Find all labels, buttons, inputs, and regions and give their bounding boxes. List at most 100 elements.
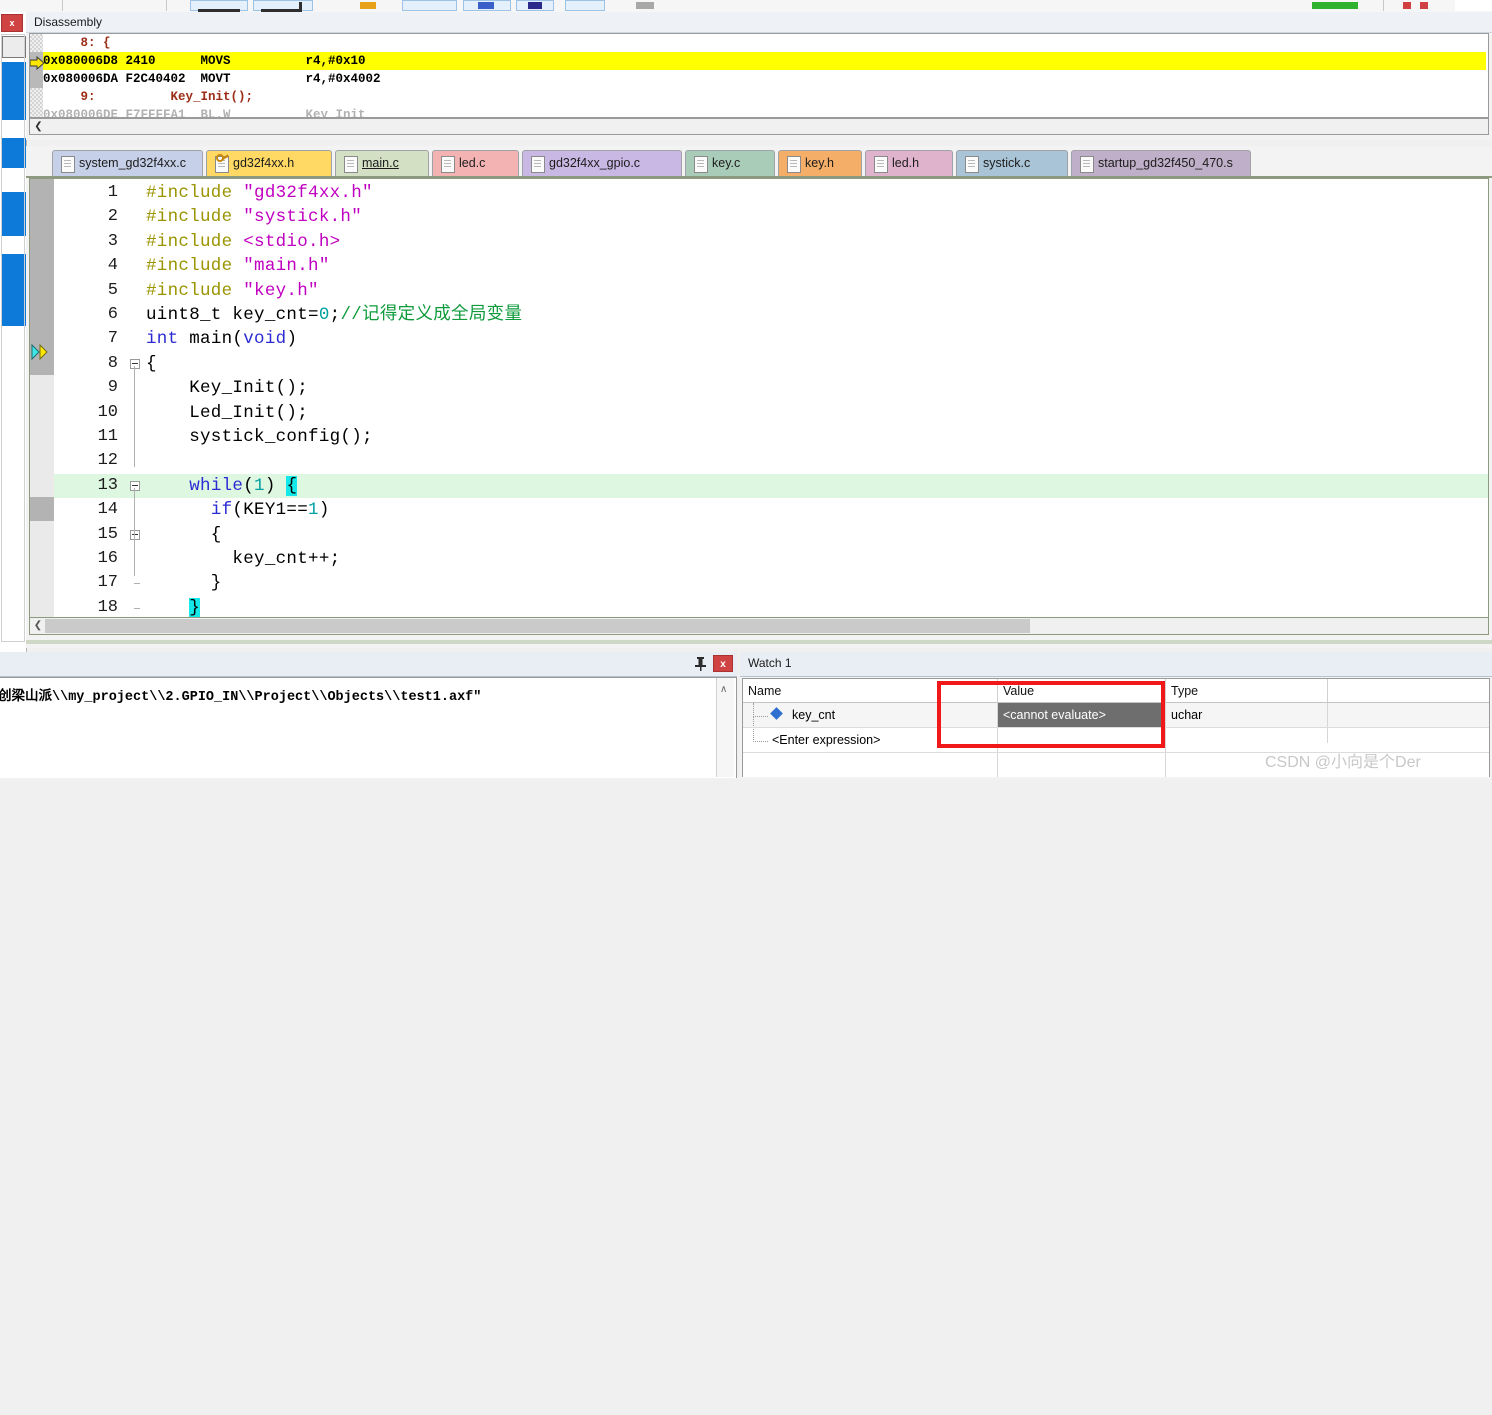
scroll-up-icon[interactable]: ∧ xyxy=(720,684,727,695)
code-token: if xyxy=(210,500,233,521)
close-icon[interactable]: x xyxy=(1,14,23,32)
fold-toggle-icon[interactable] xyxy=(130,480,140,491)
command-pane[interactable]: x 创梁山派\\my_project\\2.GPIO_IN\\Project\\… xyxy=(0,652,737,779)
line-number: 2 xyxy=(107,207,118,227)
toolbar-separator xyxy=(1383,0,1384,11)
editor-tab-system-gd32f4xx-c[interactable]: system_gd32f4xx.c xyxy=(52,150,203,177)
code-line[interactable]: 5 #include "key.h" xyxy=(54,279,1488,303)
fold-guide xyxy=(134,365,135,468)
editor-hscroll-thumb[interactable] xyxy=(45,619,1030,633)
stop-icon xyxy=(1403,2,1411,9)
code-token: #include xyxy=(146,183,244,203)
code-line[interactable]: 10 Led_Init(); xyxy=(54,401,1488,425)
code-line[interactable]: 13 while(1) { xyxy=(54,474,1488,498)
disassembly-body[interactable]: 8: { 0x080006D8 2410 MOVS r4,#0x10 0x080… xyxy=(29,33,1489,118)
editor-tab-label: systick.c xyxy=(983,156,1031,170)
project-tree-selected-item[interactable] xyxy=(1,62,26,120)
code-line[interactable]: 6 uint8_t key_cnt=0;//记得定义成全局变量 xyxy=(54,303,1488,327)
project-tree-selected-item[interactable] xyxy=(1,254,26,326)
disassembly-row[interactable]: 0x080006D8 2410 MOVS r4,#0x10 xyxy=(43,52,1486,70)
fold-guide-tick xyxy=(134,583,140,585)
disassembly-hscrollbar[interactable]: ❮ xyxy=(29,118,1489,135)
command-vscrollbar[interactable]: ∧ xyxy=(716,678,734,777)
code-line[interactable]: 9 Key_Init(); xyxy=(54,376,1488,400)
code-line-text: systick_config(); xyxy=(146,425,373,449)
editor-tab-key-h[interactable]: key.h xyxy=(778,150,862,177)
disassembly-row[interactable]: 8: { xyxy=(43,34,111,52)
code-token: ; xyxy=(329,305,341,325)
watch-grid-vline xyxy=(1165,703,1166,777)
line-number: 8 xyxy=(107,353,118,373)
editor-hscrollbar[interactable]: ❮ xyxy=(29,617,1489,635)
toolbar-button-breakpoint[interactable] xyxy=(402,0,457,11)
code-line[interactable]: 3 #include <stdio.h> xyxy=(54,230,1488,254)
line-number: 3 xyxy=(107,231,118,251)
project-window-rail[interactable]: x xyxy=(0,12,27,652)
editor-tab-led-h[interactable]: led.h xyxy=(865,150,953,177)
toolbar-end-filler xyxy=(1455,0,1492,11)
editor-tab-systick-c[interactable]: systick.c xyxy=(956,150,1068,177)
disassembly-row[interactable]: 0x080006DA F2C40402 MOVT r4,#0x4002 xyxy=(43,70,381,88)
line-number: 16 xyxy=(97,549,118,568)
project-tree-selected-item[interactable] xyxy=(1,138,26,168)
code-lines[interactable]: 1 #include "gd32f4xx.h" 2 #include "systick… xyxy=(54,179,1488,617)
project-tree-selected-item[interactable] xyxy=(1,192,26,236)
line-number: 6 xyxy=(107,305,118,324)
code-line[interactable]: 16 key_cnt++; xyxy=(54,547,1488,571)
code-line[interactable]: 1 #include "gd32f4xx.h" xyxy=(54,181,1488,205)
file-icon xyxy=(441,156,455,173)
scroll-left-icon[interactable]: ❮ xyxy=(31,120,46,133)
editor-tab-gd32f4xx-h[interactable]: gd32f4xx.h xyxy=(206,150,332,177)
code-token: #include xyxy=(146,231,244,252)
editor-tab-led-c[interactable]: led.c xyxy=(432,150,519,177)
code-line-text: { xyxy=(146,523,222,547)
disassembly-row-partial: 0x080006DE F7FFFFA1 BL.W Key_Init xyxy=(43,108,366,118)
editor-tab-startup-gd32f450-470-s[interactable]: startup_gd32f450_470.s xyxy=(1071,150,1251,177)
code-token: <stdio.h> xyxy=(243,231,341,252)
watch-tree-line xyxy=(753,703,768,717)
code-token: systick_config(); xyxy=(146,427,373,447)
code-line-text: uint8_t key_cnt=0;//记得定义成全局变量 xyxy=(146,303,522,327)
editor-tab-label: startup_gd32f450_470.s xyxy=(1098,156,1233,170)
code-token: uint8_t key_cnt= xyxy=(146,305,319,325)
code-line[interactable]: 11 systick_config(); xyxy=(54,425,1488,449)
code-line[interactable]: 17 } xyxy=(54,571,1488,595)
fold-toggle-icon[interactable] xyxy=(130,358,140,369)
code-line-text: #include "main.h" xyxy=(146,254,330,278)
code-token: ( xyxy=(243,475,255,496)
editor-tab-main-c[interactable]: main.c xyxy=(335,150,429,177)
breakpoint-gutter[interactable] xyxy=(30,179,54,617)
watch-column-header-type[interactable]: Type xyxy=(1166,679,1328,703)
code-line[interactable]: 2 #include "systick.h" xyxy=(54,205,1488,229)
line-number: 1 xyxy=(107,183,118,202)
code-line[interactable]: 18 } xyxy=(54,596,1488,617)
line-number: 7 xyxy=(107,329,118,349)
disassembly-row[interactable]: 9: Key_Init(); xyxy=(43,88,254,106)
editor-region[interactable]: system_gd32f4xx.c gd32f4xx.h main.c led.c gd… xyxy=(26,146,1492,648)
code-editor[interactable]: 1 #include "gd32f4xx.h" 2 #include "systick… xyxy=(29,178,1489,618)
code-line[interactable]: 4 #include "main.h" xyxy=(54,254,1488,278)
code-line[interactable]: 14 if(KEY1==1) xyxy=(54,498,1488,522)
code-line[interactable]: 12 xyxy=(54,449,1488,473)
code-line[interactable]: 15 { xyxy=(54,523,1488,547)
close-icon[interactable]: x xyxy=(713,655,733,672)
toolbar-separator xyxy=(166,0,167,11)
code-token: "gd32f4xx.h" xyxy=(243,183,373,203)
code-line[interactable]: 7 int main(void) xyxy=(54,327,1488,351)
project-tree-root-item[interactable] xyxy=(2,36,26,58)
editor-tab-gd32f4xx-gpio-c[interactable]: gd32f4xx_gpio.c xyxy=(522,150,682,177)
breakpoint-icon xyxy=(478,2,494,9)
fold-toggle-icon[interactable] xyxy=(130,529,140,540)
disassembly-pane[interactable]: Disassembly 8: { 0x080006D8 2410 MOVS r4… xyxy=(26,12,1492,140)
fold-guide xyxy=(134,536,135,576)
command-output[interactable]: 创梁山派\\my_project\\2.GPIO_IN\\Project\\Ob… xyxy=(0,677,737,778)
line-number: 9 xyxy=(107,378,118,398)
watch-row-type: uchar xyxy=(1171,708,1203,722)
scroll-left-icon[interactable]: ❮ xyxy=(31,619,45,633)
toolbar-button-step[interactable] xyxy=(565,0,605,11)
editor-tab-key-c[interactable]: key.c xyxy=(685,150,775,177)
editor-tabbar[interactable]: system_gd32f4xx.c gd32f4xx.h main.c led.c gd… xyxy=(26,150,1492,178)
pin-icon[interactable] xyxy=(692,655,709,672)
code-token: 1 xyxy=(308,500,319,521)
code-line[interactable]: 8{ xyxy=(54,352,1488,376)
